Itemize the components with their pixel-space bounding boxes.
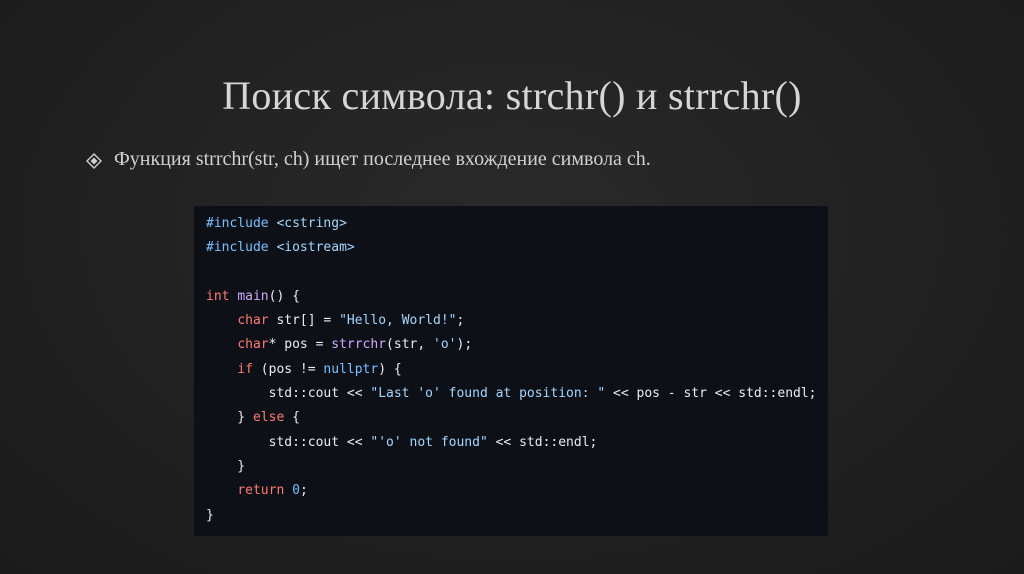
code-line: return 0;	[206, 479, 828, 503]
code-token: 'o'	[433, 337, 457, 353]
code-token: );	[456, 337, 473, 353]
code-token: ;	[299, 483, 308, 499]
code-line: #include <iostream>	[206, 236, 828, 260]
code-token: }	[206, 458, 246, 474]
code-token: ) {	[378, 361, 402, 377]
code-line: }	[206, 504, 828, 528]
code-token: #include	[206, 216, 277, 231]
code-token: std::cout <<	[206, 434, 371, 450]
code-token: int	[206, 288, 230, 304]
bullet-text: Функция strrchr(str, ch) ищет последнее …	[114, 148, 651, 170]
code-token: <cstring>	[276, 216, 347, 231]
code-token: {	[284, 410, 300, 426]
code-token: ;	[456, 313, 465, 329]
code-token: (str,	[386, 337, 434, 353]
code-token: () {	[268, 288, 300, 304]
code-line: std::cout << "'o' not found" << std::end…	[206, 431, 828, 455]
code-token: }	[206, 410, 253, 426]
slide: Поиск символа: strchr() и strrchr() Функ…	[0, 0, 1024, 574]
code-token: str[] =	[268, 313, 340, 329]
code-token: return	[237, 483, 285, 499]
code-line: char* pos = strrchr(str, 'o');	[206, 333, 828, 357]
code-token: << std::endl;	[487, 434, 598, 450]
code-token: 0	[292, 483, 300, 499]
code-token: nullptr	[323, 361, 379, 377]
code-token: (pos !=	[252, 361, 324, 377]
code-token: }	[206, 507, 214, 523]
code-token: main	[237, 288, 269, 304]
code-line: if (pos != nullptr) {	[206, 358, 828, 382]
code-token: #include	[206, 240, 277, 256]
bullet-item: Функция strrchr(str, ch) ищет последнее …	[86, 148, 651, 171]
code-line: }	[206, 455, 828, 479]
code-token: char	[237, 313, 269, 329]
code-token: else	[252, 410, 285, 426]
code-line: int main() {	[206, 285, 828, 309]
code-block: #include <cstring> #include <iostream> in…	[194, 206, 828, 536]
code-token: <iostream>	[276, 240, 355, 256]
code-token: "Hello, World!"	[339, 313, 457, 329]
code-token: << pos - str << std::endl;	[605, 386, 817, 402]
code-token: strrchr	[331, 337, 387, 353]
code-line: std::cout << "Last 'o' found at position…	[206, 382, 828, 406]
code-token: std::cout <<	[206, 386, 371, 402]
code-token: if	[237, 361, 253, 377]
code-token: char	[237, 337, 269, 353]
code-line: #include <cstring>	[206, 212, 828, 236]
code-line: char str[] = "Hello, World!";	[206, 309, 828, 333]
code-token: * pos =	[268, 337, 332, 353]
diamond-bullet-icon	[86, 152, 102, 169]
code-token: "Last 'o' found at position: "	[370, 386, 606, 402]
code-token: "'o' not found"	[370, 434, 488, 450]
slide-title: Поиск символа: strchr() и strrchr()	[222, 73, 802, 118]
code-line: } else {	[206, 406, 828, 430]
